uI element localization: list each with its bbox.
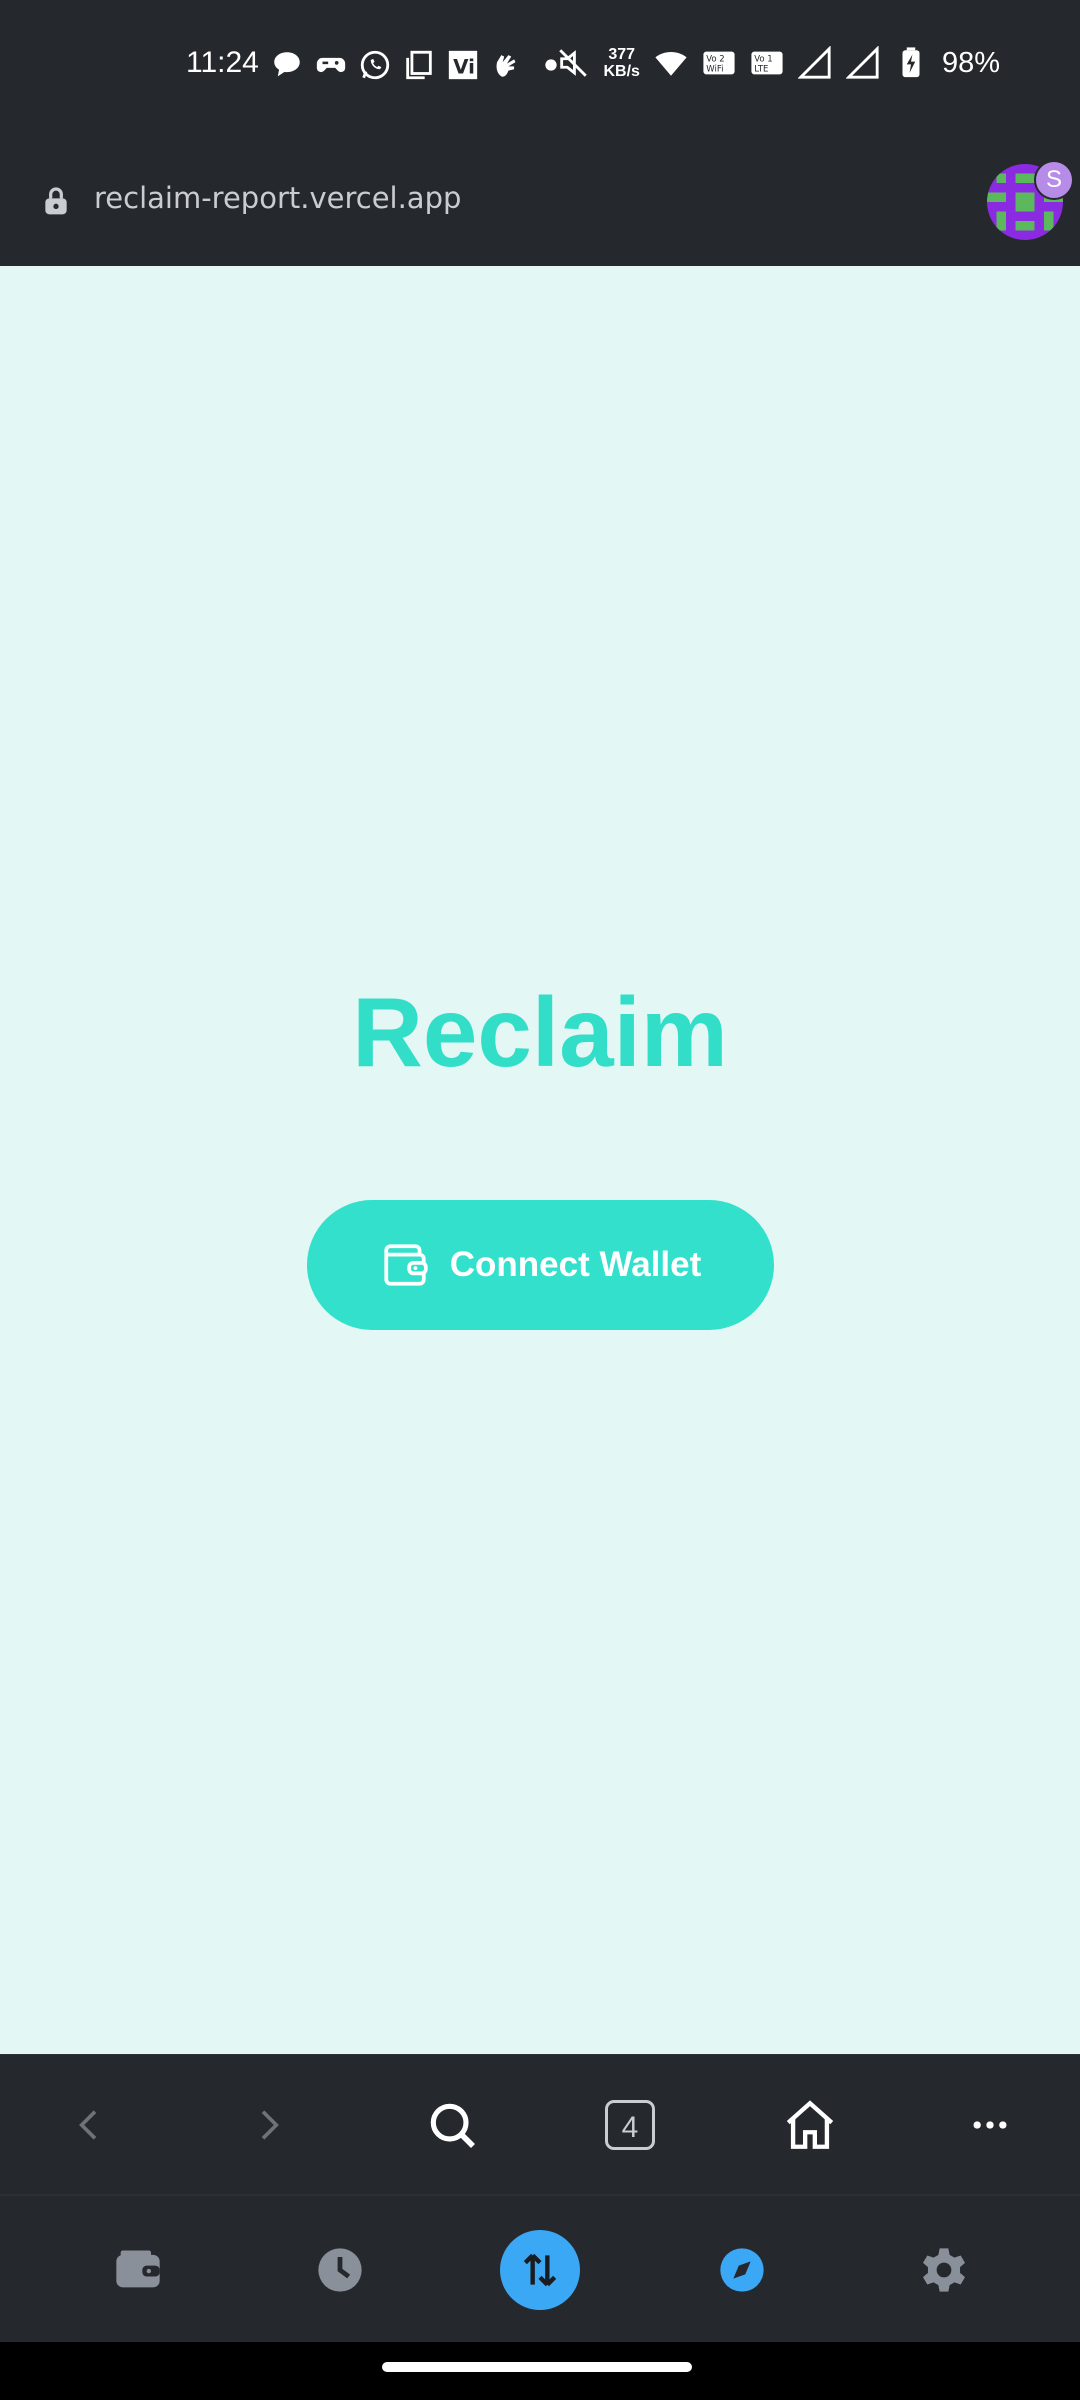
tab-count: 4 bbox=[605, 2100, 655, 2150]
battery-charging-icon bbox=[902, 47, 920, 78]
more-menu-button[interactable] bbox=[948, 2083, 1032, 2167]
hand-wave-icon bbox=[496, 55, 516, 77]
connect-wallet-label: Connect Wallet bbox=[449, 1245, 702, 1284]
history-clock-icon bbox=[318, 2248, 362, 2292]
chevron-right-icon bbox=[261, 2110, 279, 2140]
whatsapp-icon bbox=[360, 50, 390, 80]
swap-arrows-icon bbox=[523, 2253, 557, 2287]
chat-bubble-icon bbox=[274, 52, 300, 77]
game-controller-icon bbox=[316, 57, 346, 73]
signal-icon-2 bbox=[845, 46, 879, 79]
search-icon bbox=[430, 2103, 475, 2148]
search-button[interactable] bbox=[410, 2083, 494, 2167]
network-speed-value: 377 bbox=[608, 46, 636, 63]
browser-url-bar[interactable]: reclaim-report.vercel.app S bbox=[0, 136, 1080, 266]
wifi-icon bbox=[655, 52, 687, 76]
nav-settings[interactable] bbox=[904, 2230, 984, 2310]
nav-wallet[interactable] bbox=[98, 2230, 178, 2310]
avatar-badge: S bbox=[1034, 160, 1074, 200]
compass-icon bbox=[720, 2248, 764, 2292]
connect-wallet-button[interactable]: Connect Wallet bbox=[307, 1200, 774, 1330]
url-text[interactable]: reclaim-report.vercel.app bbox=[94, 181, 461, 215]
more-dots-icon bbox=[973, 2121, 1007, 2129]
nav-swap[interactable] bbox=[500, 2230, 580, 2310]
page-content: Reclaim Connect Wallet bbox=[0, 266, 1080, 2054]
network-speed: 377 KB/s bbox=[604, 46, 640, 80]
nav-history[interactable] bbox=[300, 2230, 380, 2310]
signal-icon bbox=[797, 46, 831, 79]
home-icon bbox=[786, 2100, 834, 2149]
nav-browser[interactable] bbox=[702, 2230, 782, 2310]
notification-icons: Vi bbox=[270, 48, 568, 82]
wallet-icon bbox=[384, 1244, 428, 1286]
vowifi-icon: Vo 2WiFi bbox=[703, 51, 735, 75]
tabs-button[interactable]: 4 bbox=[588, 2083, 672, 2167]
back-button[interactable] bbox=[48, 2083, 132, 2167]
svg-text:WiFi: WiFi bbox=[706, 65, 723, 75]
system-status: 377 KB/s Vo 2 WiFi Vo 1 LTE 98% bbox=[556, 46, 1000, 80]
home-gesture-bar[interactable] bbox=[382, 2362, 692, 2372]
wallet-icon bbox=[116, 2250, 160, 2288]
lock-icon bbox=[45, 187, 67, 215]
copy-pages-icon bbox=[406, 50, 432, 80]
status-time: 11:24 bbox=[186, 46, 259, 79]
mute-icon bbox=[558, 49, 587, 77]
gear-icon bbox=[922, 2248, 966, 2292]
status-bar: 11:24 Vi 377 KB/s Vo 2 WiFi Vo 1 LTE 98% bbox=[0, 0, 1080, 136]
chevron-left-icon bbox=[79, 2110, 97, 2140]
network-speed-unit: KB/s bbox=[603, 63, 640, 80]
browser-toolbar: 4 bbox=[0, 2054, 1080, 2195]
svg-text:Vi: Vi bbox=[453, 56, 475, 79]
vi-app-icon: Vi bbox=[448, 50, 478, 80]
forward-button[interactable] bbox=[226, 2083, 310, 2167]
page-title: Reclaim bbox=[352, 977, 728, 1087]
svg-text:Vo 1: Vo 1 bbox=[754, 55, 772, 65]
home-button[interactable] bbox=[768, 2083, 852, 2167]
wallet-bottom-nav bbox=[0, 2194, 1080, 2344]
volte-icon: Vo 1LTE bbox=[751, 51, 783, 75]
svg-text:Vo 2: Vo 2 bbox=[706, 55, 724, 65]
svg-text:LTE: LTE bbox=[754, 65, 768, 75]
gesture-area bbox=[0, 2342, 1080, 2400]
battery-percentage: 98% bbox=[941, 46, 1000, 79]
